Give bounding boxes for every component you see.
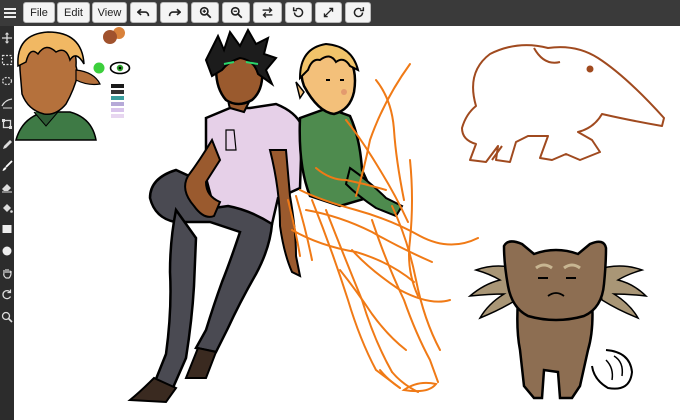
edit-menu-button[interactable]: Edit	[57, 2, 90, 23]
move-icon	[2, 32, 12, 44]
fill-tool[interactable]	[1, 201, 13, 213]
zoom-out-icon	[230, 6, 242, 19]
hand-tool[interactable]	[1, 266, 13, 279]
top-toolbar: File Edit View	[0, 0, 680, 27]
rectangle-tool[interactable]	[1, 222, 13, 234]
hamburger-menu-icon[interactable]	[3, 5, 17, 21]
eye-icon[interactable]	[109, 61, 131, 75]
rotate-view-icon	[2, 289, 12, 300]
crop-icon	[2, 119, 12, 129]
undo-button[interactable]	[130, 2, 157, 23]
primary-color-swatch	[103, 30, 117, 44]
zoom-in-button[interactable]	[191, 2, 219, 23]
refresh-button[interactable]	[345, 2, 371, 23]
redo-icon	[168, 8, 181, 17]
rotate-button[interactable]	[285, 2, 312, 23]
drawing-canvas[interactable]	[14, 26, 680, 420]
fullscreen-button[interactable]	[315, 2, 342, 23]
layer-thumbnail[interactable]	[14, 31, 101, 142]
lasso-tool[interactable]	[1, 75, 13, 87]
flip-button[interactable]	[253, 2, 282, 23]
view-menu-button[interactable]: View	[92, 2, 127, 23]
ellipse-icon	[2, 246, 12, 256]
file-menu-button[interactable]: File	[23, 2, 55, 23]
zoom-tool[interactable]	[1, 310, 13, 323]
color-swatches[interactable]	[103, 27, 125, 44]
layer-color-strip	[111, 84, 124, 118]
fill-icon	[3, 204, 13, 213]
marquee-tool[interactable]	[1, 53, 13, 66]
pencil-icon	[3, 140, 12, 149]
refresh-icon	[353, 7, 364, 18]
hand-icon	[3, 269, 12, 279]
crop-tool[interactable]	[1, 117, 13, 129]
layer-status-indicator	[93, 62, 105, 74]
zoom-out-button[interactable]	[222, 2, 250, 23]
fullscreen-icon	[323, 7, 334, 18]
zoom-icon	[1, 311, 13, 323]
marquee-icon	[1, 54, 13, 66]
pencil-tool[interactable]	[1, 138, 13, 150]
brush-icon	[2, 160, 13, 171]
ellipse-tool[interactable]	[1, 244, 13, 256]
transform-tool[interactable]	[1, 96, 13, 109]
move-tool[interactable]	[1, 31, 13, 44]
tool-sidebar	[0, 26, 14, 420]
eraser-tool[interactable]	[1, 180, 13, 193]
brush-tool[interactable]	[1, 159, 13, 171]
flip-icon	[262, 7, 273, 18]
dark-haired-character	[127, 27, 304, 404]
rectangle-icon	[2, 225, 12, 233]
rotate-icon	[292, 7, 304, 18]
eraser-icon	[2, 184, 12, 193]
undo-icon	[137, 8, 150, 17]
lasso-icon	[1, 76, 13, 86]
transform-icon	[1, 98, 13, 109]
rotate-view-tool[interactable]	[1, 288, 13, 300]
redo-button[interactable]	[160, 2, 188, 23]
anteater-drawing	[461, 44, 665, 163]
zoom-in-icon	[199, 6, 211, 19]
axolotl-creature	[467, 240, 649, 400]
